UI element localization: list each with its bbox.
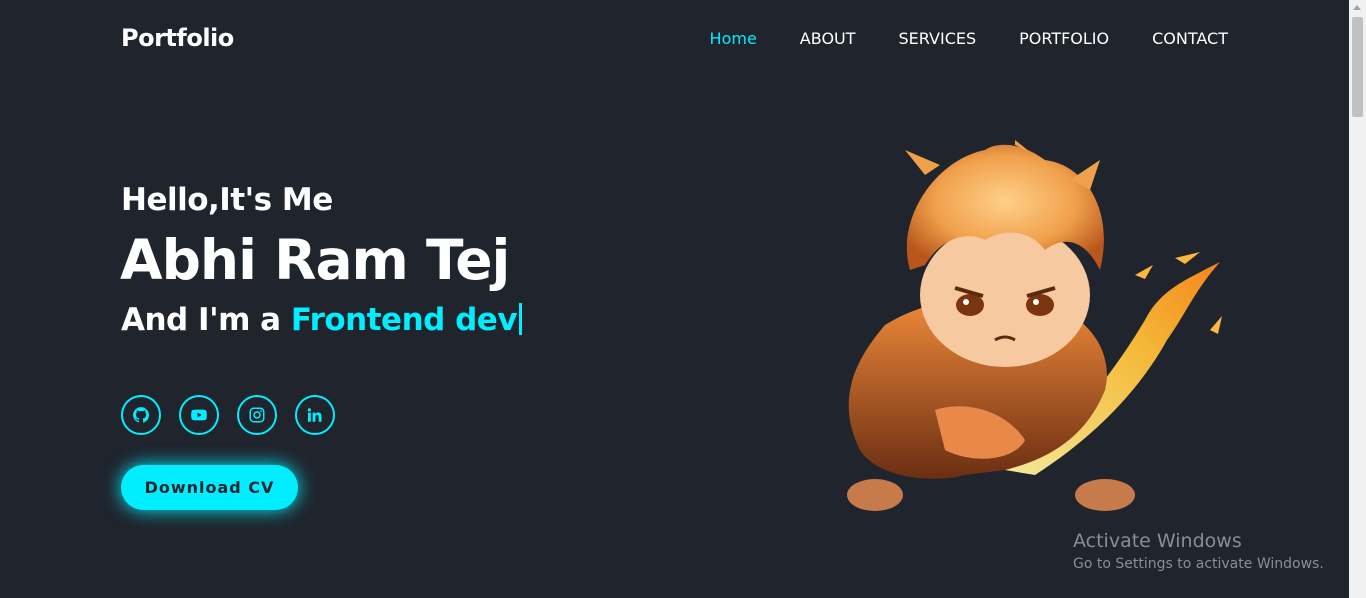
- nav-about[interactable]: ABOUT: [800, 29, 856, 48]
- linkedin-icon[interactable]: [295, 395, 335, 435]
- logo[interactable]: Portfolio: [121, 24, 234, 52]
- nav-contact[interactable]: CONTACT: [1152, 29, 1228, 48]
- vertical-scrollbar[interactable]: [1349, 0, 1366, 598]
- nav-portfolio[interactable]: PORTFOLIO: [1019, 29, 1109, 48]
- role-highlight: Frontend dev: [290, 302, 518, 338]
- role-prefix: And I'm a: [121, 302, 291, 338]
- page: Portfolio Home ABOUT SERVICES PORTFOLIO …: [0, 0, 1349, 598]
- instagram-icon[interactable]: [237, 395, 277, 435]
- hero-role: And I'm a Frontend dev: [121, 302, 523, 338]
- download-cv-button[interactable]: Download CV: [121, 465, 298, 510]
- hero-name: Abhi Ram Tej: [120, 228, 510, 292]
- social-links: [121, 395, 335, 435]
- nav-home[interactable]: Home: [710, 29, 757, 48]
- typing-cursor: [519, 303, 523, 335]
- main-nav: Home ABOUT SERVICES PORTFOLIO CONTACT: [710, 29, 1228, 48]
- greeting: Hello,It's Me: [121, 182, 333, 218]
- nav-services[interactable]: SERVICES: [899, 29, 977, 48]
- github-icon[interactable]: [121, 395, 161, 435]
- activate-windows-title: Activate Windows: [1073, 530, 1242, 552]
- scrollbar-thumb[interactable]: [1352, 17, 1363, 117]
- hero-character-illustration: [847, 140, 1222, 511]
- scroll-up-arrow-icon[interactable]: [1353, 5, 1361, 10]
- activate-windows-subtitle: Go to Settings to activate Windows.: [1073, 556, 1324, 572]
- youtube-icon[interactable]: [179, 395, 219, 435]
